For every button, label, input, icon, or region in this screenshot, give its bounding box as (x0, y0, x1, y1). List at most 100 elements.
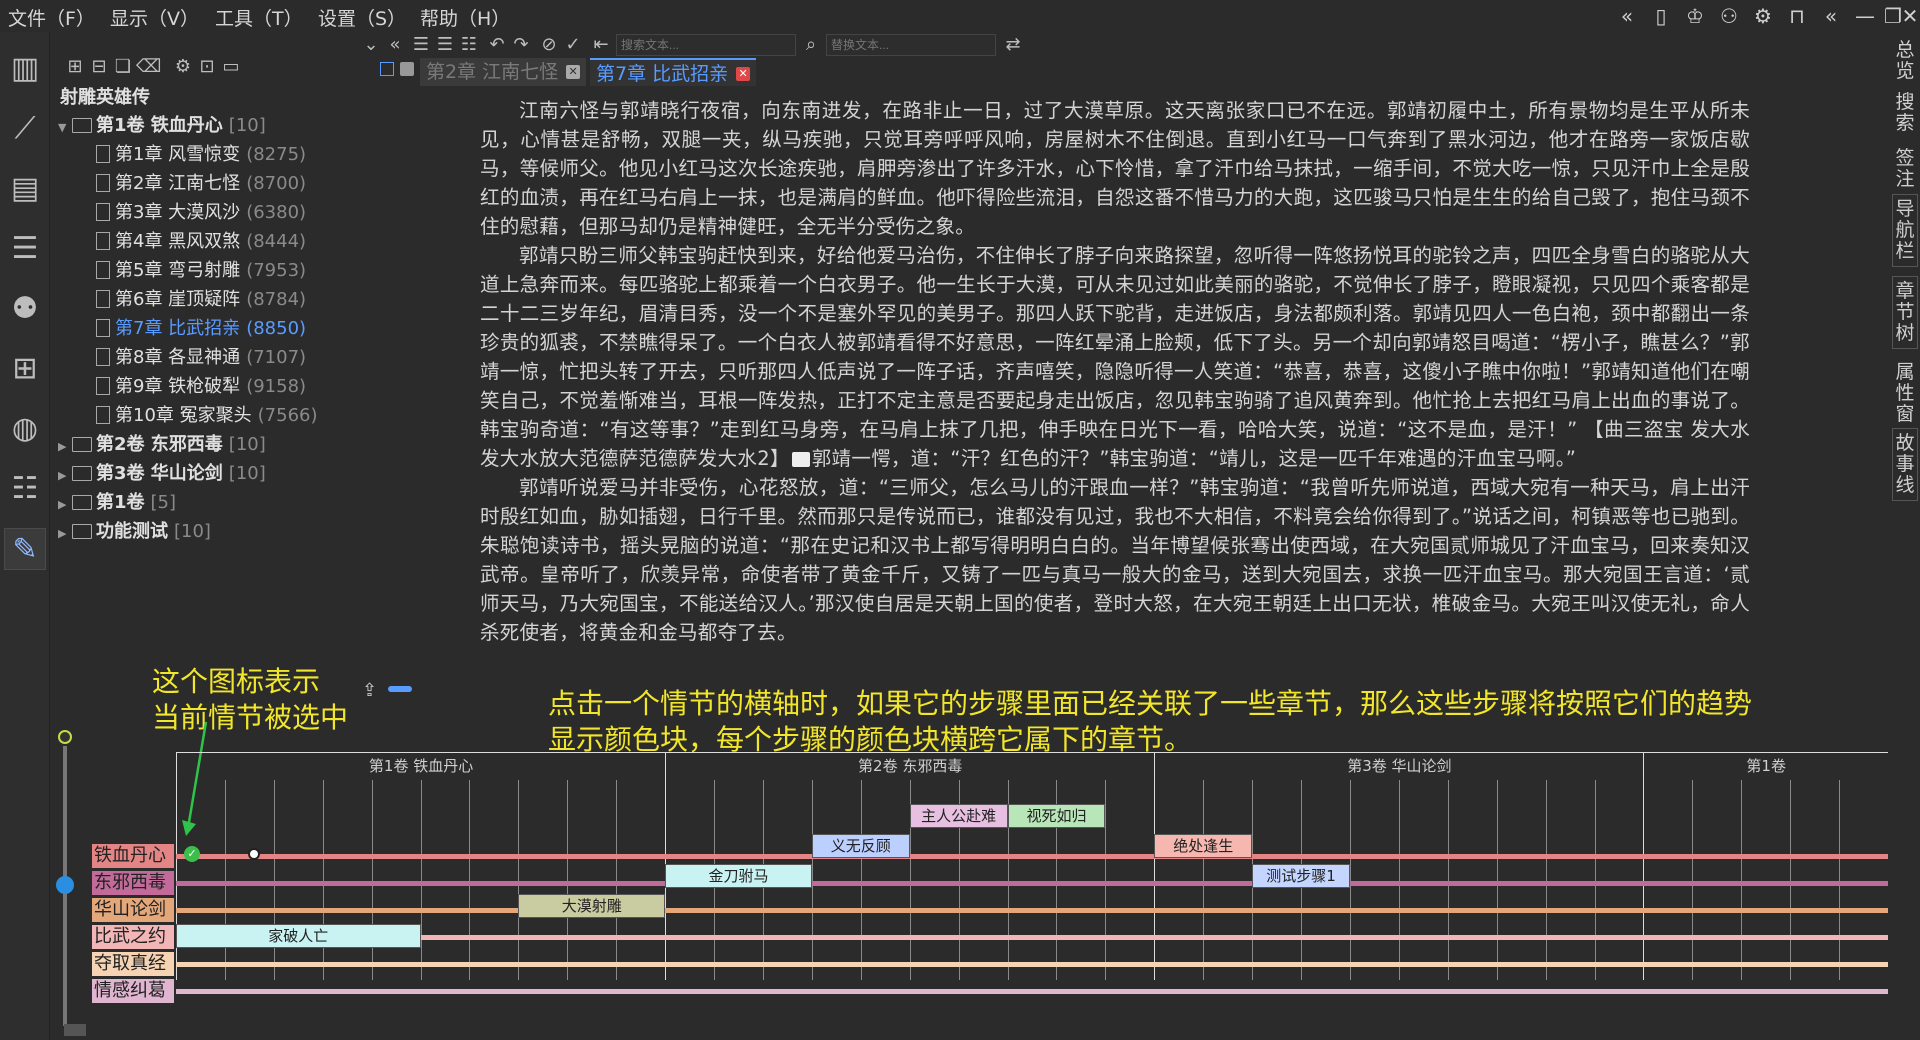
chevron-down-icon[interactable]: ⌄ (360, 34, 382, 56)
chevron-right-icon[interactable]: ▶ (58, 520, 72, 548)
menu-tools[interactable]: 工具（T） (215, 4, 303, 31)
tree-chapter[interactable]: 第7章 比武招亲 (8850) (96, 315, 306, 343)
chevron-down-icon[interactable]: ▼ (58, 114, 72, 142)
storyline-label[interactable]: 东邪西毒 (92, 871, 174, 895)
tree-chapter[interactable]: 第2章 江南七怪 (8700) (96, 170, 306, 198)
comment-icon[interactable]: ▭ (220, 56, 242, 78)
plot-step-block[interactable]: 绝处逢生 (1154, 834, 1253, 858)
plot-step-block[interactable]: 视死如归 (1007, 804, 1106, 828)
storyline-label[interactable]: 华山论剑 (92, 898, 174, 922)
plot-step-block[interactable]: 主人公赴难 (909, 804, 1008, 828)
split-icon[interactable]: ⊡ (196, 56, 218, 78)
selected-check-icon[interactable]: ✓ (184, 846, 200, 862)
tree-volume[interactable]: ▶ 功能测试 [10] (58, 518, 211, 546)
plot-step-block[interactable]: 测试步骤1 (1252, 864, 1350, 888)
tab-storyline[interactable]: 故事线 (1892, 428, 1918, 501)
storyline-timeline[interactable]: 第1卷 铁血丹心 第2卷 东邪西毒 第3卷 华山论剑 第1卷 铁血丹心 东邪西毒 华山论剑比… (90, 752, 1888, 1003)
plot-step-block[interactable]: 大漠射雕 (518, 894, 666, 918)
search-input[interactable] (616, 34, 796, 56)
edit-icon[interactable]: ✎ (4, 528, 46, 570)
expand-left-icon[interactable]: « (1816, 2, 1846, 30)
storyline-label[interactable]: 铁血丹心 (92, 844, 174, 868)
people-icon[interactable]: ⚉ (4, 288, 46, 330)
replace-icon[interactable]: ⇄ (1002, 34, 1024, 56)
bookshelf-icon[interactable]: ▥ (4, 48, 46, 90)
zoom-slider[interactable] (388, 686, 412, 692)
plot-step-block[interactable]: 义无反顾 (811, 834, 910, 858)
user-icon[interactable]: ⚇ (1714, 2, 1744, 30)
close-tab-icon[interactable]: ✕ (736, 67, 751, 81)
tab-notes[interactable]: 签注 (1892, 144, 1918, 194)
trend-chart-icon[interactable]: ⟋ (4, 108, 46, 150)
add-volume-icon[interactable]: ⊞ (64, 56, 86, 78)
tab-chapter-2[interactable]: 第2章 江南七怪 ✕ (420, 58, 587, 86)
menu-help[interactable]: 帮助（H） (420, 4, 510, 31)
tree-chapter[interactable]: 第4章 黑风双煞 (8444) (96, 228, 306, 256)
storyline-axis[interactable] (176, 908, 1888, 913)
tab-navigation[interactable]: 导航栏 (1892, 194, 1918, 267)
tab-properties[interactable]: 属性窗 (1892, 358, 1918, 429)
list-format-icon[interactable]: ☷ (458, 34, 480, 56)
settings-node-icon[interactable]: ⚙ (172, 56, 194, 78)
menu-file[interactable]: 文件（F） (8, 4, 95, 31)
storyline-label[interactable]: 情感纠葛 (92, 979, 174, 1003)
tab-chapter-tree[interactable]: 章节树 (1892, 276, 1918, 349)
phone-icon[interactable]: ▯ (1646, 2, 1676, 30)
tree-chapter[interactable]: 第3章 大漠风沙 (6380) (96, 199, 306, 227)
copy-icon[interactable]: ❏ (112, 56, 134, 78)
tree-volume[interactable]: ▼ 第1卷 铁血丹心 [10] (58, 112, 266, 140)
tab-chapter-7[interactable]: 第7章 比武招亲 ✕ (590, 58, 757, 86)
calendar-icon[interactable]: ▤ (4, 168, 46, 210)
tab-overview[interactable]: 总览 (1892, 36, 1918, 86)
tree-list-icon[interactable]: ☷ (4, 468, 46, 510)
storyline-label[interactable]: 比武之约 (92, 925, 174, 949)
storyline-axis[interactable] (176, 881, 1888, 886)
tab-list-icon[interactable] (380, 62, 394, 76)
close-tab-icon[interactable]: ✕ (566, 65, 581, 79)
menu-settings[interactable]: 设置（S） (318, 4, 406, 31)
chevron-right-icon[interactable]: ▶ (58, 491, 72, 519)
back-icon[interactable]: ⇤ (590, 34, 612, 56)
gear-icon[interactable]: ⚙ (1748, 2, 1778, 30)
tree-chapter[interactable]: 第9章 铁枪破犁 (9158) (96, 373, 306, 401)
tree-chapter[interactable]: 第10章 冤家聚头 (7566) (96, 402, 318, 430)
storyline-axis[interactable] (176, 854, 1888, 859)
storyline-axis[interactable] (176, 989, 1888, 994)
menu-view[interactable]: 显示（V） (110, 4, 199, 31)
chevron-right-icon[interactable]: ▶ (58, 462, 72, 490)
plot-node[interactable] (248, 848, 260, 860)
minimize-icon[interactable]: — (1850, 2, 1880, 30)
grid-icon[interactable]: ⊞ (4, 348, 46, 390)
upload-icon[interactable]: ⇪ (362, 680, 377, 701)
plot-step-block[interactable]: 家破人亡 (176, 924, 421, 948)
lock-icon[interactable]: ⊓ (1782, 2, 1812, 30)
shirt-icon[interactable]: ♔ (1680, 2, 1710, 30)
comment-icon[interactable] (791, 452, 810, 467)
tree-volume[interactable]: ▶ 第1卷 [5] (58, 489, 176, 517)
search-icon[interactable]: ⌕ (800, 34, 822, 56)
indent-icon[interactable]: ☰ (410, 34, 432, 56)
tree-chapter[interactable]: 第5章 弯弓射雕 (7953) (96, 257, 306, 285)
tree-chapter[interactable]: 第1章 风雪惊变 (8275) (96, 141, 306, 169)
scroll-corner-icon[interactable] (64, 1024, 86, 1036)
pin-icon[interactable] (400, 62, 414, 76)
delete-icon[interactable]: ⌫ (136, 56, 161, 78)
collapse-left-icon[interactable]: « (1612, 2, 1642, 30)
replace-input[interactable] (826, 34, 996, 56)
collapse-icon[interactable]: « (384, 34, 406, 56)
redo-icon[interactable]: ↷ (510, 34, 532, 56)
storyline-axis[interactable] (176, 962, 1888, 967)
vertical-slider-thumb[interactable] (56, 876, 74, 894)
plot-step-block[interactable]: 金刀驸马 (665, 864, 812, 888)
tree-volume[interactable]: ▶ 第2卷 东邪西毒 [10] (58, 431, 266, 459)
storyline-axis[interactable] (176, 935, 1888, 940)
slider-top-icon[interactable] (58, 730, 72, 744)
tree-volume[interactable]: ▶ 第3卷 华山论剑 [10] (58, 460, 266, 488)
close-icon[interactable]: ✕ (1900, 2, 1920, 30)
editor-content[interactable]: 江南六怪与郭靖晓行夜宿，向东南进发，在路非止一日，过了大漠草原。这天离张家口已不… (480, 96, 1750, 664)
storyline-label[interactable]: 夺取真经 (92, 952, 174, 976)
tab-search[interactable]: 搜索 (1892, 88, 1918, 138)
outdent-icon[interactable]: ☰ (434, 34, 456, 56)
globe-icon[interactable]: ◍ (4, 408, 46, 450)
spellcheck-icon[interactable]: ✓ (562, 34, 584, 56)
